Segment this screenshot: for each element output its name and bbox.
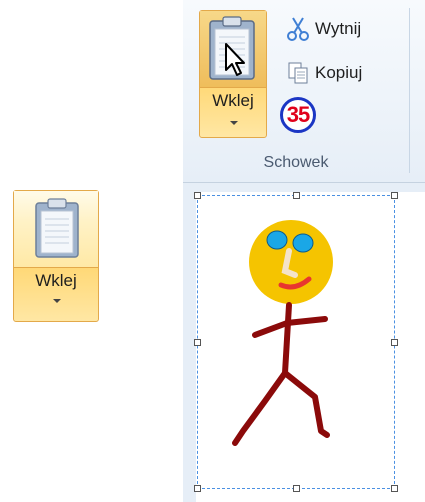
selection-handle-middle-left[interactable]: [194, 339, 201, 346]
selection-handle-top-left[interactable]: [194, 192, 201, 199]
ribbon-clipboard-group: Wklej Wytnij Kopiuj 35 Schowek: [183, 0, 425, 183]
ribbon-group-separator: [409, 8, 410, 173]
mouse-pointer-icon: [225, 43, 245, 76]
selection-handle-bottom-center[interactable]: [293, 485, 300, 492]
selection-handle-top-center[interactable]: [293, 192, 300, 199]
copy-button-label: Kopiuj: [315, 63, 363, 82]
selection-handle-bottom-left[interactable]: [194, 485, 201, 492]
scissors-icon: [287, 17, 309, 41]
ribbon-group-label: Schowek: [263, 154, 329, 171]
copy-icon: [288, 62, 308, 84]
cut-button[interactable]: Wytnij: [287, 14, 407, 44]
paste-button-top[interactable]: [14, 191, 98, 268]
clipboard-icon: [35, 198, 79, 258]
step-number-badge: 35: [280, 97, 316, 133]
selection-handle-bottom-right[interactable]: [391, 485, 398, 492]
paste-button-label: Wklej: [35, 271, 77, 290]
selection-handle-middle-right[interactable]: [391, 339, 398, 346]
copy-button[interactable]: Kopiuj: [287, 58, 407, 88]
paste-button-label: Wklej: [212, 91, 254, 110]
chevron-down-icon[interactable]: [230, 121, 238, 125]
selection-handle-top-right[interactable]: [391, 192, 398, 199]
chevron-down-icon[interactable]: [53, 299, 61, 303]
paste-button-large[interactable]: Wklej: [13, 190, 99, 322]
cut-button-label: Wytnij: [315, 19, 362, 38]
selection-rectangle[interactable]: [197, 195, 395, 489]
